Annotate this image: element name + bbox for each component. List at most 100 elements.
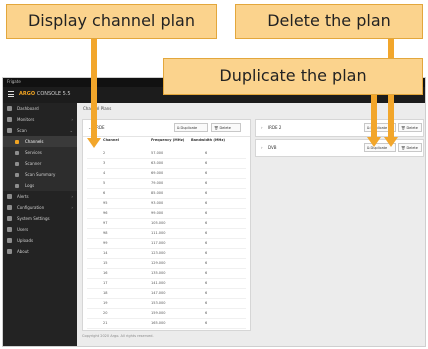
trash-icon: 🗑 xyxy=(401,126,406,130)
sidebar-item[interactable]: Uploads xyxy=(3,235,77,246)
plan-name: DVB xyxy=(268,145,277,150)
sidebar-item[interactable]: Channels xyxy=(3,136,77,147)
sidebar-item-label: Configuration xyxy=(17,205,45,210)
bandwidth-cell: 6 xyxy=(205,311,208,315)
sidebar-item-label: Scanner xyxy=(25,161,42,166)
users-icon xyxy=(7,227,12,232)
chevron-icon: › xyxy=(71,205,73,210)
channel-cell: 96 xyxy=(103,211,108,215)
bandwidth-cell: 6 xyxy=(205,241,208,245)
chevron-right-icon[interactable]: › xyxy=(261,125,263,130)
channel-plan-panel-collapsed: › IRDE 2 ⧉Duplicate 🗑Delete xyxy=(255,119,424,137)
frequency-cell: 135.000 xyxy=(151,271,166,275)
bandwidth-cell: 6 xyxy=(205,231,208,235)
sidebar-item-label: Alerts xyxy=(17,194,29,199)
bandwidth-cell: 6 xyxy=(205,201,208,205)
frequency-cell: 111.000 xyxy=(151,231,166,235)
chevron-icon: ⌄ xyxy=(69,128,73,133)
table-row: 21 165.000 6 xyxy=(87,318,246,329)
frequency-cell: 57.000 xyxy=(151,151,164,155)
arrow-down-icon xyxy=(367,137,381,147)
delete-button[interactable]: 🗑Delete xyxy=(398,123,422,132)
bandwidth-cell: 6 xyxy=(205,211,208,215)
logo-suffix: CONSOLE 5.5 xyxy=(36,91,71,97)
frequency-cell: 141.000 xyxy=(151,281,166,285)
summary-icon xyxy=(15,172,19,177)
channel-cell: 17 xyxy=(103,281,108,285)
logo-prefix: ARGO xyxy=(19,91,36,97)
duplicate-button[interactable]: ⧉Duplicate xyxy=(174,123,208,132)
sidebar-item[interactable]: Services xyxy=(3,147,77,158)
frequency-cell: 123.000 xyxy=(151,251,166,255)
sidebar-item[interactable]: System Settings xyxy=(3,213,77,224)
monitor-icon xyxy=(7,117,12,122)
channel-cell: 2 xyxy=(103,151,106,155)
bandwidth-cell: 6 xyxy=(205,171,208,175)
sidebar-item[interactable]: Scanner xyxy=(3,158,77,169)
plan-header[interactable]: ⌄ IRDE ⧉Duplicate 🗑Delete xyxy=(83,120,250,137)
channel-cell: 19 xyxy=(103,301,108,305)
bandwidth-cell: 6 xyxy=(205,261,208,265)
info-icon xyxy=(7,249,12,254)
breadcrumb-root[interactable]: Channel Plans xyxy=(83,106,111,111)
sidebar-item[interactable]: Users xyxy=(3,224,77,235)
plan-header[interactable]: › IRDE 2 ⧉Duplicate 🗑Delete xyxy=(256,120,423,136)
sidebar-item-label: Uploads xyxy=(17,238,34,243)
chevron-right-icon[interactable]: › xyxy=(261,145,263,150)
channel-plan-panel-collapsed: › DVB ⧉Duplicate 🗑Delete xyxy=(255,139,424,157)
log-icon xyxy=(15,183,19,188)
bandwidth-cell: 6 xyxy=(205,151,208,155)
sidebar-item-label: Services xyxy=(25,150,42,155)
arrow-down-icon xyxy=(384,137,398,147)
sidebar-item[interactable]: About xyxy=(3,246,77,257)
delete-button[interactable]: 🗑Delete xyxy=(398,143,422,152)
duplicate-label: Duplicate xyxy=(180,126,198,130)
home-icon xyxy=(7,106,12,111)
frequency-cell: 153.000 xyxy=(151,301,166,305)
bandwidth-cell: 6 xyxy=(205,321,208,325)
hamburger-menu-icon[interactable] xyxy=(8,91,14,97)
bandwidth-cell: 6 xyxy=(205,251,208,255)
bandwidth-cell: 6 xyxy=(205,181,208,185)
callout-display-channel-plan: Display channel plan xyxy=(6,4,217,39)
channel-cell: 97 xyxy=(103,221,108,225)
chevron-icon: › xyxy=(71,117,73,122)
sidebar-item[interactable]: Scan Summary xyxy=(3,169,77,180)
sidebar-item[interactable]: Scan ⌄ xyxy=(3,125,77,136)
frequency-cell: 159.000 xyxy=(151,311,166,315)
sidebar-item[interactable]: Monitors › xyxy=(3,114,77,125)
frequency-cell: 93.000 xyxy=(151,201,164,205)
sidebar-item[interactable]: Dashboard xyxy=(3,103,77,114)
channel-cell: 20 xyxy=(103,311,108,315)
delete-button[interactable]: 🗑Delete xyxy=(211,123,241,132)
frequency-cell: 69.000 xyxy=(151,171,164,175)
channel-cell: 16 xyxy=(103,271,108,275)
sidebar-item-label: System Settings xyxy=(17,216,50,221)
app-screenshot: Frigate Logout ARGO CONSOLE 5.5 Dashboar… xyxy=(2,77,426,347)
bandwidth-cell: 6 xyxy=(205,221,208,225)
sidebar-item-label: Logs xyxy=(25,183,35,188)
arrow-shaft xyxy=(388,39,394,58)
arrow-shaft xyxy=(388,95,394,138)
alert-icon xyxy=(7,194,12,199)
scan-icon xyxy=(7,128,12,133)
sidebar-item[interactable]: Configuration › xyxy=(3,202,77,213)
sidebar-item[interactable]: Logs xyxy=(3,180,77,191)
channel-cell: 21 xyxy=(103,321,108,325)
sidebar-item-label: Users xyxy=(17,227,29,232)
arrow-down-icon xyxy=(87,138,101,148)
app-logo: ARGO CONSOLE 5.5 xyxy=(19,91,71,97)
table-header-channel: Channel xyxy=(103,138,119,142)
delete-label: Delete xyxy=(406,126,418,130)
channel-cell: 95 xyxy=(103,201,108,205)
frequency-cell: 165.000 xyxy=(151,321,166,325)
list-icon xyxy=(15,150,19,155)
sidebar-item-label: Scan Summary xyxy=(25,172,56,177)
bandwidth-cell: 6 xyxy=(205,281,208,285)
sidebar-item[interactable]: Alerts › xyxy=(3,191,77,202)
config-icon xyxy=(7,205,12,210)
callout-delete-plan: Delete the plan xyxy=(235,4,423,39)
settings-icon xyxy=(7,216,12,221)
frequency-cell: 63.000 xyxy=(151,161,164,165)
delete-label: Delete xyxy=(219,126,231,130)
